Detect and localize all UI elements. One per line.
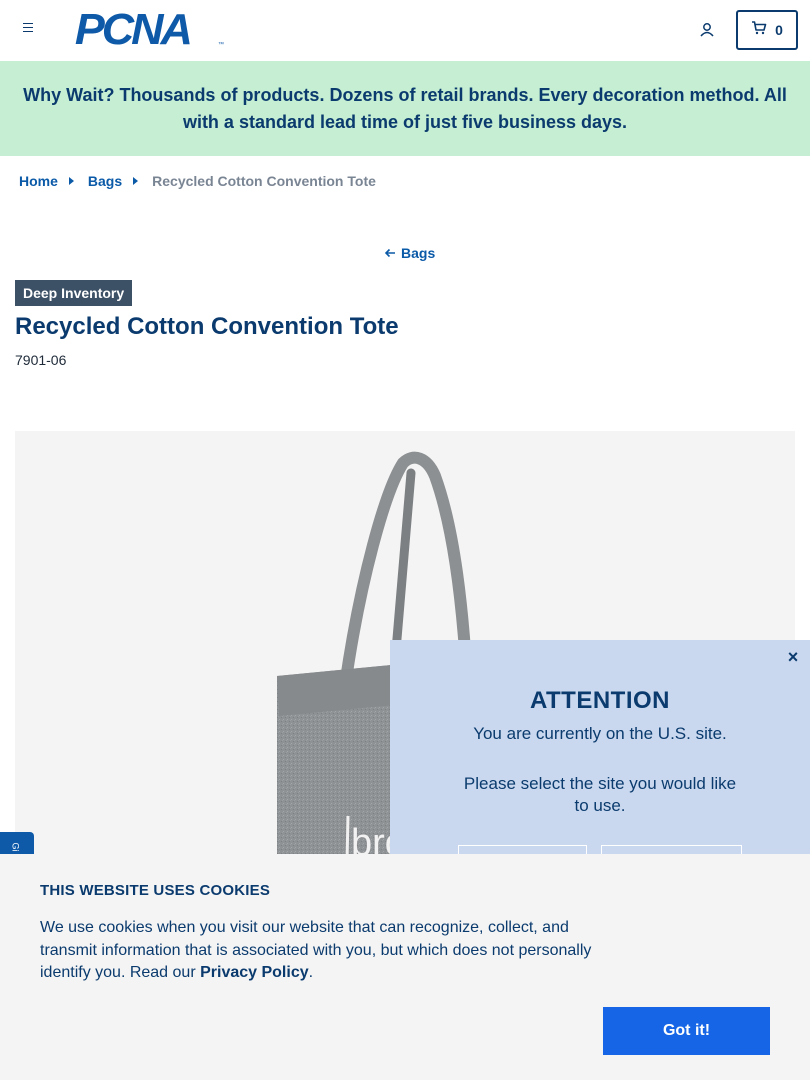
close-icon[interactable]: × [785,648,801,666]
cookie-period: . [308,964,314,981]
side-tab-label: Gi [10,842,21,852]
cart-count: 0 [775,22,783,38]
cookie-body: We use cookies when you visit our websit… [40,919,592,981]
shopping-cart-icon [751,20,767,40]
arrow-left-icon [384,245,396,261]
hamburger-menu-icon[interactable] [18,20,38,40]
breadcrumb: Home Bags Recycled Cotton Convention Tot… [19,173,376,189]
user-icon[interactable] [697,20,717,40]
attention-current-site: You are currently on the U.S. site. [473,724,727,743]
product-sku: 7901-06 [15,352,67,368]
privacy-policy-link[interactable]: Privacy Policy [200,964,309,981]
breadcrumb-home[interactable]: Home [19,173,58,189]
logo-wordmark: PCNA [74,5,193,54]
cookie-text: We use cookies when you visit our websit… [40,917,600,985]
promo-banner: Why Wait? Thousands of products. Dozens … [0,61,810,156]
caret-right-icon [133,177,139,185]
back-link-label: Bags [401,245,436,261]
cookie-title: THIS WEBSITE USES COOKIES [40,882,271,899]
cookie-banner: THIS WEBSITE USES COOKIES We use cookies… [0,854,810,1080]
attention-instructions: Please select the site you would like to… [463,774,737,815]
product-title: Recycled Cotton Convention Tote [15,313,399,340]
accept-cookies-button[interactable]: Got it! [603,1007,770,1055]
attention-title: ATTENTION [529,687,671,714]
breadcrumb-current: Recycled Cotton Convention Tote [152,173,376,189]
deep-inventory-badge: Deep Inventory [15,280,133,306]
site-header: PCNA ™ 0 [0,0,810,61]
promo-banner-text: Why Wait? Thousands of products. Dozens … [23,84,787,132]
back-to-bags-link[interactable]: Bags [384,245,435,261]
cart-button[interactable]: 0 [736,10,798,50]
caret-right-icon [68,177,74,185]
site-selector-panel: × ATTENTION You are currently on the U.S… [390,640,810,857]
logo-trademark: ™ [218,42,224,48]
breadcrumb-bags[interactable]: Bags [88,173,122,189]
pcna-logo[interactable]: PCNA ™ [74,5,224,54]
